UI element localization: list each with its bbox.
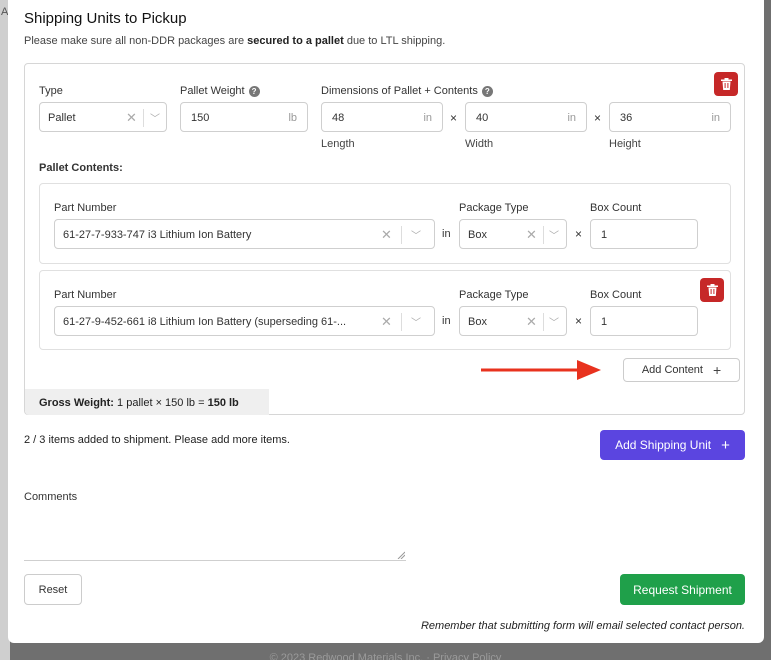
times-icon: × (594, 111, 602, 125)
package-type-value: Box (468, 229, 487, 241)
gross-weight-summary: Gross Weight: 1 pallet × 150 lb = 150 lb (25, 389, 269, 415)
delete-content-button[interactable] (700, 278, 724, 302)
part-number-select[interactable]: 61-27-7-933-747 i3 Lithium Ion Battery ✕… (54, 219, 435, 249)
length-unit: in (423, 112, 432, 124)
clear-icon[interactable]: ✕ (381, 227, 392, 243)
select-separator (543, 226, 544, 244)
package-type-value: Box (468, 316, 487, 328)
shipping-modal: Shipping Units to Pickup Please make sur… (8, 0, 764, 643)
add-content-label: Add Content (641, 364, 703, 376)
chevron-down-icon[interactable]: ﹀ (549, 227, 559, 242)
annotation-arrow-icon (481, 360, 601, 380)
pallet-weight-unit: lb (288, 112, 297, 124)
chevron-down-icon[interactable]: ﹀ (150, 110, 160, 125)
gross-weight-detail: 1 pallet × 150 lb = (117, 397, 205, 409)
modal-subtitle: Please make sure all non-DDR packages ar… (24, 35, 445, 47)
box-count-label: Box Count (590, 289, 642, 301)
add-shipping-unit-label: Add Shipping Unit (615, 438, 712, 452)
chevron-down-icon[interactable]: ﹀ (411, 227, 421, 242)
clear-icon[interactable]: ✕ (126, 110, 137, 126)
content-item-card: Part Number 61-27-7-933-747 i3 Lithium I… (39, 183, 731, 264)
height-input[interactable]: 36 in (609, 102, 731, 132)
subtitle-text-end: due to LTL shipping. (343, 35, 446, 47)
plus-icon: + (721, 436, 730, 454)
in-text: in (442, 315, 451, 327)
help-icon[interactable]: ? (481, 85, 493, 97)
chevron-down-icon[interactable]: ﹀ (411, 314, 421, 329)
gross-weight-label: Gross Weight: (39, 397, 114, 409)
items-status-message: 2 / 3 items added to shipment. Please ad… (24, 434, 290, 446)
pallet-weight-input[interactable]: 150 lb (180, 102, 308, 132)
part-number-select[interactable]: 61-27-9-452-661 i8 Lithium Ion Battery (… (54, 306, 435, 336)
box-count-input[interactable]: 1 (590, 219, 698, 249)
clear-icon[interactable]: ✕ (526, 314, 537, 330)
content-item-card: Part Number 61-27-9-452-661 i8 Lithium I… (39, 270, 731, 350)
clear-icon[interactable]: ✕ (526, 227, 537, 243)
pallet-weight-value: 150 (191, 112, 210, 124)
package-type-select[interactable]: Box ✕ ﹀ (459, 306, 567, 336)
part-number-value: 61-27-7-933-747 i3 Lithium Ion Battery (63, 229, 252, 241)
subtitle-text: Please make sure all non-DDR packages ar… (24, 35, 248, 47)
gross-weight-total: 150 lb (207, 397, 239, 409)
times-icon: × (450, 111, 458, 125)
part-number-value: 61-27-9-452-661 i8 Lithium Ion Battery (… (63, 316, 347, 328)
in-text: in (442, 228, 451, 240)
clear-icon[interactable]: ✕ (381, 314, 392, 330)
resize-grip-icon[interactable] (397, 551, 405, 559)
box-count-value: 1 (601, 229, 608, 241)
add-shipping-unit-button[interactable]: Add Shipping Unit + (600, 430, 745, 460)
package-type-select[interactable]: Box ✕ ﹀ (459, 219, 567, 249)
pallet-weight-label-text: Pallet Weight (180, 85, 245, 97)
delete-unit-button[interactable] (714, 72, 738, 96)
length-label: Length (321, 138, 355, 150)
pallet-contents-label: Pallet Contents: (39, 162, 123, 174)
width-unit: in (567, 112, 576, 124)
width-input[interactable]: 40 in (465, 102, 587, 132)
add-content-button[interactable]: Add Content + (623, 358, 740, 382)
type-select[interactable]: Pallet ✕ ﹀ (39, 102, 167, 132)
shipping-unit-card: Type Pallet ✕ ﹀ Pallet Weight? 150 lb Di… (24, 63, 745, 415)
type-select-value: Pallet (48, 112, 76, 124)
part-number-label: Part Number (54, 289, 117, 301)
dimensions-label: Dimensions of Pallet + Contents? (321, 85, 493, 97)
box-count-input[interactable]: 1 (590, 306, 698, 336)
package-type-label: Package Type (459, 289, 529, 301)
trash-icon (706, 284, 718, 296)
dimensions-label-text: Dimensions of Pallet + Contents (321, 85, 478, 97)
length-input[interactable]: 48 in (321, 102, 443, 132)
modal-title: Shipping Units to Pickup (24, 10, 187, 27)
height-unit: in (711, 112, 720, 124)
subtitle-bold-text: secured to a pallet (247, 35, 344, 47)
chevron-down-icon[interactable]: ﹀ (549, 314, 559, 329)
submission-note: Remember that submitting form will email… (420, 620, 745, 632)
width-value: 40 (476, 112, 489, 124)
length-value: 48 (332, 112, 345, 124)
box-count-label: Box Count (590, 202, 642, 214)
request-shipment-button[interactable]: Request Shipment (620, 574, 745, 605)
select-separator (401, 313, 402, 331)
height-label: Height (609, 138, 641, 150)
trash-icon (720, 78, 732, 90)
box-count-value: 1 (601, 316, 608, 328)
select-separator (401, 226, 402, 244)
part-number-label: Part Number (54, 202, 117, 214)
select-separator (543, 313, 544, 331)
plus-icon: + (712, 362, 722, 378)
background-footer: © 2023 Redwood Materials Inc. · Privacy … (269, 652, 502, 660)
times-icon: × (575, 314, 583, 328)
reset-button[interactable]: Reset (24, 574, 82, 605)
height-value: 36 (620, 112, 633, 124)
comments-textarea[interactable] (24, 512, 406, 561)
help-icon[interactable]: ? (248, 85, 260, 97)
times-icon: × (575, 227, 583, 241)
width-label: Width (465, 138, 494, 150)
comments-label: Comments (24, 491, 78, 503)
package-type-label: Package Type (459, 202, 529, 214)
select-separator (143, 109, 144, 127)
type-label: Type (39, 85, 63, 97)
pallet-weight-label: Pallet Weight? (180, 85, 260, 97)
